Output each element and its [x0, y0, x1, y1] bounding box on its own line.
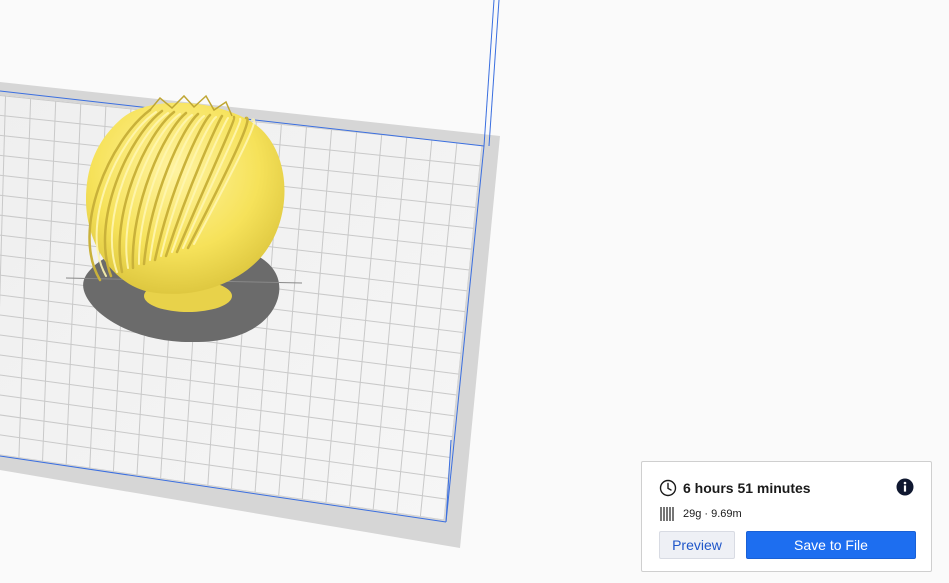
- print-time-label: 6 hours 51 minutes: [683, 480, 811, 496]
- clock-icon: [659, 479, 677, 497]
- filament-spool-icon: [660, 507, 674, 521]
- print-summary-panel: 6 hours 51 minutes 29g · 9.69m Preview S…: [641, 461, 932, 572]
- save-to-file-button[interactable]: Save to File: [746, 531, 916, 559]
- print-time-row: 6 hours 51 minutes: [659, 478, 811, 498]
- material-row: 29g · 9.69m: [659, 506, 742, 522]
- preview-button[interactable]: Preview: [659, 531, 735, 559]
- material-amount-label: 29g · 9.69m: [683, 508, 742, 520]
- info-circle-icon[interactable]: [896, 478, 914, 496]
- 3d-viewport[interactable]: 6 hours 51 minutes 29g · 9.69m Preview S…: [0, 0, 949, 583]
